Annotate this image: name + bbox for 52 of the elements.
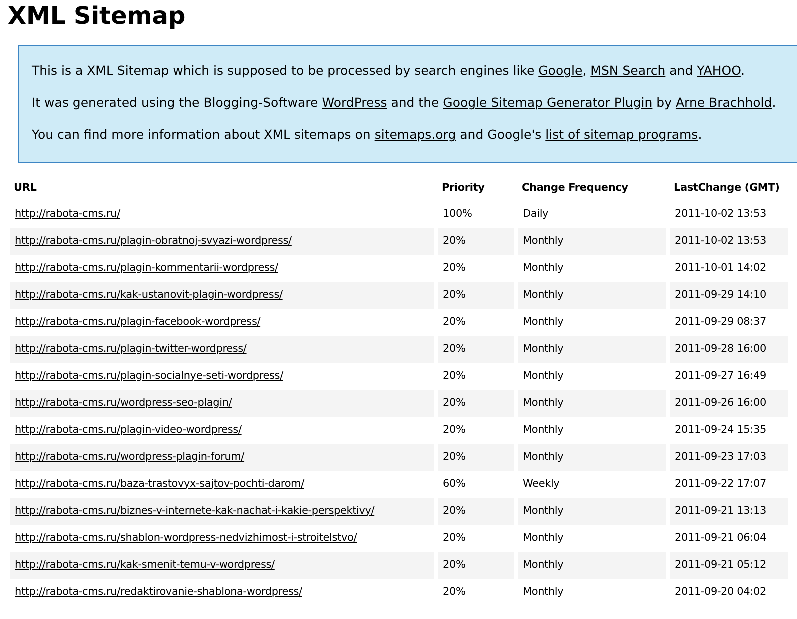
frequency-cell: Monthly [518, 552, 666, 579]
last-change-cell: 2011-10-02 13:53 [670, 228, 788, 255]
column-header: Priority [441, 181, 486, 196]
frequency-cell: Monthly [518, 336, 666, 363]
intro-paragraph: This is a XML Sitemap which is supposed to be processed by search engines like Google, MSN Search and YAHOO. [32, 62, 745, 80]
url-link[interactable]: http://rabota-cms.ru/baza-trastovyx-sajtov-pochti-darom/ [15, 478, 304, 490]
url-link[interactable]: http://rabota-cms.ru/plagin-video-wordpress/ [15, 424, 242, 436]
url-link[interactable]: http://rabota-cms.ru/plagin-kommentarii-wordpress/ [15, 262, 278, 274]
frequency-cell: Monthly [518, 498, 666, 525]
frequency-cell: Monthly [518, 282, 666, 309]
priority-cell: 20% [438, 444, 514, 471]
url-link[interactable]: http://rabota-cms.ru/wordpress-plagin-forum/ [15, 450, 245, 463]
url-link[interactable]: http://rabota-cms.ru/plagin-twitter-wordpress/ [15, 342, 247, 355]
priority-cell: 20% [438, 282, 514, 309]
last-change-cell: 2011-09-26 16:00 [670, 390, 788, 417]
column-header: Change Frequency [521, 181, 630, 196]
url-link[interactable]: http://rabota-cms.ru/plagin-socialnye-seti-wordpress/ [15, 370, 284, 382]
page-title: XML Sitemap [7, 1, 186, 31]
priority-cell: 20% [438, 228, 514, 255]
priority-cell: 20% [438, 498, 514, 525]
url-link[interactable]: http://rabota-cms.ru/wordpress-seo-plagin/ [15, 396, 232, 409]
last-change-cell: 2011-09-21 13:13 [670, 498, 788, 525]
url-link[interactable]: http://rabota-cms.ru/plagin-obratnoj-svyazi-wordpress/ [15, 234, 292, 247]
priority-cell: 20% [438, 336, 514, 363]
text-link[interactable]: YAHOO [697, 63, 741, 78]
url-link[interactable]: http://rabota-cms.ru/redaktirovanie-shablona-wordpress/ [15, 586, 302, 598]
column-header: LastChange (GMT) [673, 181, 781, 196]
text-link[interactable]: sitemaps.org [374, 127, 456, 142]
url-link[interactable]: http://rabota-cms.ru/kak-smenit-temu-v-wordpress/ [15, 558, 275, 571]
last-change-cell: 2011-09-23 17:03 [670, 444, 788, 471]
intro-paragraph: It was generated using the Blogging-Software WordPress and the Google Sitemap Generator Plugin by Arne Brachhold. [32, 94, 776, 112]
url-link[interactable]: http://rabota-cms.ru/shablon-wordpress-nedvizhimost-i-stroitelstvo/ [15, 532, 358, 544]
priority-cell: 20% [438, 552, 514, 579]
frequency-cell: Monthly [518, 228, 666, 255]
text-link[interactable]: Google [538, 63, 583, 78]
last-change-cell: 2011-09-21 05:12 [670, 552, 788, 579]
text-link[interactable]: WordPress [322, 95, 388, 110]
text-link[interactable]: list of sitemap programs [546, 127, 698, 142]
intro-paragraph: You can find more information about XML sitemaps on sitemaps.org and Google's list of sitemap programs. [32, 126, 702, 144]
url-link[interactable]: http://rabota-cms.ru/ [15, 208, 120, 220]
priority-cell: 20% [438, 390, 514, 417]
column-header: URL [13, 181, 38, 196]
last-change-cell: 2011-09-29 14:10 [670, 282, 788, 309]
frequency-cell: Monthly [518, 444, 666, 471]
url-link[interactable]: http://rabota-cms.ru/kak-ustanovit-plagin-wordpress/ [15, 288, 283, 301]
text-link[interactable]: MSN Search [590, 63, 666, 78]
url-link[interactable]: http://rabota-cms.ru/plagin-facebook-wordpress/ [15, 316, 261, 328]
text-link[interactable]: Google Sitemap Generator Plugin [443, 95, 653, 110]
url-link[interactable]: http://rabota-cms.ru/biznes-v-internete-kak-nachat-i-kakie-perspektivy/ [15, 504, 375, 517]
frequency-cell: Monthly [518, 390, 666, 417]
text-link[interactable]: Arne Brachhold [676, 95, 772, 110]
last-change-cell: 2011-09-28 16:00 [670, 336, 788, 363]
